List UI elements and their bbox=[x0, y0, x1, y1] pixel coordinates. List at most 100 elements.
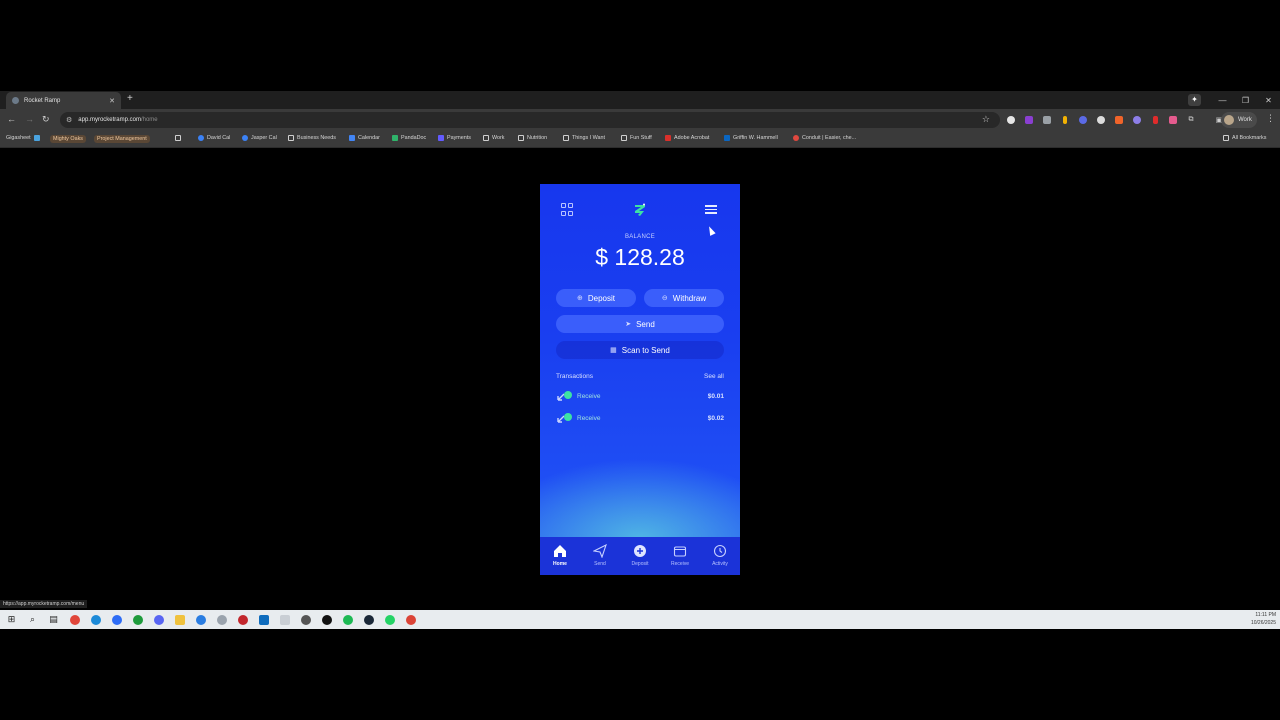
bookmark-adobe-acrobat[interactable]: Adobe Acrobat bbox=[665, 135, 709, 141]
bookmark-pandadoc[interactable]: PandaDoc bbox=[392, 135, 426, 141]
more-menu-icon[interactable]: ⋮ bbox=[1266, 113, 1275, 124]
bookmark-david-cal[interactable]: David Cal bbox=[198, 135, 230, 141]
browser-tab[interactable]: Rocket Ramp ✕ bbox=[6, 92, 121, 109]
discord-icon[interactable] bbox=[151, 612, 166, 627]
bookmark-work[interactable]: Work bbox=[483, 135, 504, 141]
window-close-icon[interactable]: ✕ bbox=[1257, 96, 1280, 105]
bookmark-calendar[interactable]: Calendar bbox=[349, 135, 380, 141]
transaction-row[interactable]: Receive $0.02 bbox=[556, 411, 724, 425]
app-red-icon[interactable] bbox=[235, 612, 250, 627]
deposit-button[interactable]: ⊕ Deposit bbox=[556, 289, 636, 307]
app-light-icon[interactable] bbox=[277, 612, 292, 627]
reload-icon[interactable]: ↻ bbox=[42, 114, 50, 125]
extension-purple-icon[interactable] bbox=[1022, 113, 1036, 127]
gemini-icon[interactable]: ✦ bbox=[1188, 94, 1201, 106]
paper-plane-icon bbox=[593, 544, 607, 558]
outlook-icon[interactable] bbox=[256, 612, 271, 627]
bookmark-nutrition[interactable]: Nutrition bbox=[518, 135, 547, 141]
transaction-row[interactable]: Receive $0.01 bbox=[556, 389, 724, 403]
calendar-icon bbox=[349, 135, 355, 141]
extension-grammarly-icon[interactable] bbox=[1004, 113, 1018, 127]
bookmark-griffin-hammell[interactable]: Griffin W. Hammell bbox=[724, 135, 778, 141]
bookmark-payments[interactable]: Payments bbox=[438, 135, 471, 141]
bookmark-jasper-cal[interactable]: Jasper Cal bbox=[242, 135, 277, 141]
bookmark-star-icon[interactable]: ☆ bbox=[982, 114, 990, 125]
bookmark-fun-stuff[interactable]: Fun Stuff bbox=[621, 135, 652, 141]
apps-grid-icon[interactable] bbox=[175, 135, 184, 141]
nav-activity[interactable]: Activity bbox=[700, 537, 740, 575]
app-blue-icon[interactable] bbox=[193, 612, 208, 627]
withdraw-button[interactable]: ⊖ Withdraw bbox=[644, 289, 724, 307]
tiktok-icon[interactable] bbox=[319, 612, 334, 627]
nav-home[interactable]: Home bbox=[540, 537, 580, 575]
chrome-icon[interactable] bbox=[67, 612, 82, 627]
chrome-active-icon[interactable] bbox=[403, 612, 418, 627]
send-button[interactable]: ➤ Send bbox=[556, 315, 724, 333]
plus-circle-icon: ⊕ bbox=[577, 295, 583, 302]
windows-start-icon[interactable]: ⊞ bbox=[4, 612, 19, 627]
steam-icon[interactable] bbox=[361, 612, 376, 627]
app-dark-circle-icon[interactable] bbox=[298, 612, 313, 627]
bookmark-gigasheet[interactable]: Gigasheet bbox=[6, 135, 43, 141]
tab-favicon-icon bbox=[12, 97, 19, 104]
close-icon[interactable]: ✕ bbox=[109, 97, 115, 105]
minimize-icon[interactable]: — bbox=[1211, 96, 1234, 105]
bookmark-mighty-oaks[interactable]: Mighty Oaks bbox=[50, 135, 86, 143]
back-icon[interactable]: ← bbox=[7, 114, 16, 124]
calendar-icon bbox=[198, 135, 204, 141]
gigasheet-icon bbox=[33, 135, 40, 141]
receive-arrow-icon bbox=[557, 391, 572, 401]
extension-lightning-icon[interactable] bbox=[1058, 113, 1072, 127]
task-view-icon[interactable]: ▤ bbox=[46, 612, 61, 627]
see-all-link[interactable]: See all bbox=[704, 373, 724, 380]
bookmark-conduit[interactable]: Conduit | Easier, che... bbox=[793, 135, 856, 141]
extension-orange-icon[interactable] bbox=[1112, 113, 1126, 127]
nav-deposit[interactable]: Deposit bbox=[620, 537, 660, 575]
extensions-puzzle-icon[interactable]: ⧉ bbox=[1184, 113, 1198, 127]
profile-button[interactable]: Work bbox=[1221, 112, 1257, 128]
linkedin-icon bbox=[724, 135, 730, 141]
folder-icon bbox=[483, 135, 489, 141]
xbox-icon[interactable] bbox=[130, 612, 145, 627]
tab-title: Rocket Ramp bbox=[24, 97, 61, 104]
transactions-title: Transactions bbox=[556, 373, 593, 380]
bookmark-things-i-want[interactable]: Things I Want bbox=[563, 135, 605, 141]
system-clock[interactable]: 11:11 PM 10/26/2025 bbox=[1251, 611, 1276, 627]
spotify-icon[interactable] bbox=[340, 612, 355, 627]
extension-red-icon[interactable] bbox=[1148, 113, 1162, 127]
address-bar[interactable]: ⚙ app.myrocketramp.com/home ☆ bbox=[60, 112, 1000, 128]
taskbar-icons: ⊞ ⌕ ▤ bbox=[4, 612, 418, 627]
extension-blue-icon[interactable] bbox=[1076, 113, 1090, 127]
balance-amount: $ 128.28 bbox=[595, 244, 685, 270]
app-grey-icon[interactable] bbox=[214, 612, 229, 627]
browser-tab-bar: Rocket Ramp ✕ + ✦ — ❐ ✕ bbox=[0, 91, 1280, 109]
nav-send[interactable]: Send bbox=[580, 537, 620, 575]
wallet-icon bbox=[673, 546, 687, 557]
file-explorer-icon[interactable] bbox=[172, 612, 187, 627]
nav-receive[interactable]: Receive bbox=[660, 537, 700, 575]
stripe-icon bbox=[438, 135, 444, 141]
windows-taskbar: ⊞ ⌕ ▤ 11:11 PM 10/26/2025 bbox=[0, 610, 1280, 629]
all-bookmarks[interactable]: All Bookmarks bbox=[1223, 135, 1266, 141]
status-bar-url: https://app.myrocketramp.com/menu bbox=[0, 600, 88, 608]
bookmark-business-needs[interactable]: Business Needs bbox=[288, 135, 336, 141]
extension-pink-icon[interactable] bbox=[1166, 113, 1180, 127]
screen: Rocket Ramp ✕ + ✦ — ❐ ✕ ← → ↻ ⚙ app.myro… bbox=[0, 0, 1280, 720]
hamburger-menu-icon[interactable] bbox=[705, 203, 719, 217]
window-controls: — ❐ ✕ bbox=[1211, 92, 1280, 108]
restore-icon[interactable]: ❐ bbox=[1234, 96, 1257, 105]
extension-violet-icon[interactable] bbox=[1130, 113, 1144, 127]
avatar bbox=[1224, 115, 1234, 125]
extension-white-icon[interactable] bbox=[1094, 113, 1108, 127]
site-info-icon[interactable]: ⚙ bbox=[66, 116, 72, 124]
qr-grid-icon[interactable] bbox=[561, 203, 575, 217]
extension-sheet-icon[interactable] bbox=[1040, 113, 1054, 127]
scan-to-send-button[interactable]: ▦ Scan to Send bbox=[556, 341, 724, 359]
new-tab-icon[interactable]: + bbox=[127, 93, 133, 104]
bookmark-project-management[interactable]: Project Management bbox=[94, 135, 150, 143]
zoom-icon[interactable] bbox=[109, 612, 124, 627]
edge-icon[interactable] bbox=[88, 612, 103, 627]
forward-icon[interactable]: → bbox=[25, 114, 34, 124]
whatsapp-icon[interactable] bbox=[382, 612, 397, 627]
search-icon[interactable]: ⌕ bbox=[25, 612, 40, 627]
